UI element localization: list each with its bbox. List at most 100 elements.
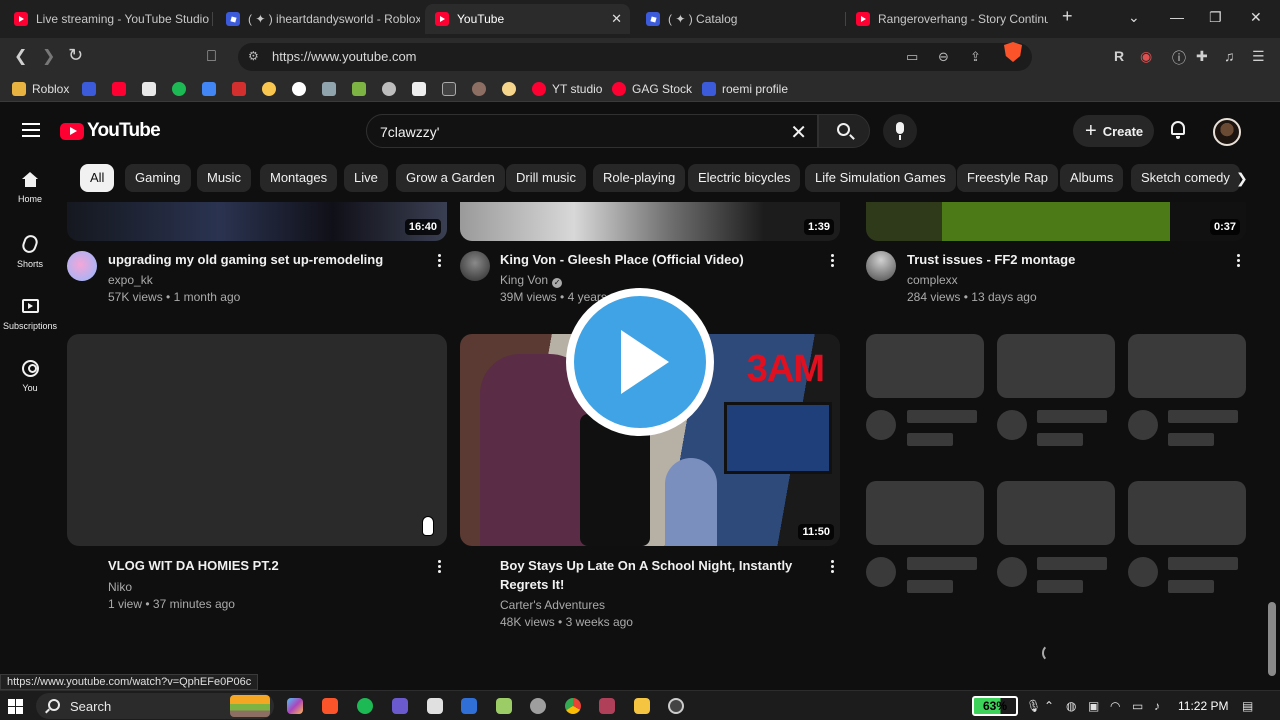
bookmark-yt-studio[interactable]: YT studio xyxy=(532,81,602,97)
obs-icon[interactable] xyxy=(668,698,684,714)
brave-browser-icon[interactable] xyxy=(322,698,338,714)
notifications-icon[interactable]: ▤ xyxy=(1242,699,1253,713)
more-actions-icon[interactable] xyxy=(438,254,442,268)
more-actions-icon[interactable] xyxy=(831,560,835,574)
docs-bookmark-icon[interactable] xyxy=(202,82,216,96)
wifi-icon[interactable]: ◠ xyxy=(1110,699,1120,713)
youtube-logo[interactable]: YouTube xyxy=(60,120,161,142)
spotify-bookmark-icon[interactable] xyxy=(172,82,186,96)
new-tab-button[interactable]: + xyxy=(1062,6,1073,27)
guide-subscriptions[interactable]: Subscriptions xyxy=(0,299,60,331)
guide-home[interactable]: Home xyxy=(0,172,60,204)
tray-app-icon[interactable]: ▣ xyxy=(1088,699,1099,713)
z-bookmark-icon[interactable] xyxy=(442,82,456,96)
chip-live[interactable]: Live xyxy=(344,164,388,192)
account-avatar[interactable] xyxy=(1213,118,1241,146)
tab-roblox-profile[interactable]: ( ✦ ) iheartdandysworld - Roblox xyxy=(216,4,420,34)
voice-search-button[interactable] xyxy=(883,114,917,148)
site-settings-icon[interactable]: ⚙ xyxy=(248,49,259,63)
video-editor-icon[interactable] xyxy=(461,698,477,714)
extensions-puzzle-icon[interactable]: ✚ xyxy=(1196,48,1208,65)
notes-icon[interactable] xyxy=(496,698,512,714)
avatar-bookmark-icon[interactable] xyxy=(472,82,486,96)
extension-record-icon[interactable]: ◉ xyxy=(1140,48,1152,65)
chip-montages[interactable]: Montages xyxy=(260,164,338,192)
clear-search-icon[interactable]: ✕ xyxy=(790,120,807,145)
channel-name[interactable]: Carter's Adventures xyxy=(500,597,605,614)
microphone-icon[interactable]: 🎙 xyxy=(1026,699,1041,713)
chip-gaming[interactable]: Gaming xyxy=(125,164,191,192)
channel-avatar[interactable] xyxy=(460,251,490,281)
url-text[interactable]: https://www.youtube.com xyxy=(272,49,417,64)
extension-r-icon[interactable]: R xyxy=(1114,48,1124,64)
play-button-overlay-icon[interactable] xyxy=(566,288,714,436)
search-input[interactable]: 7clawzzy' ✕ xyxy=(366,114,818,148)
bookmark-roemi-profile[interactable]: roemi profile xyxy=(702,81,788,97)
emoji-bookmark-icon[interactable] xyxy=(262,82,276,96)
video-title[interactable]: King Von - Gleesh Place (Official Video) xyxy=(500,250,820,269)
video-title[interactable]: upgrading my old gaming set up-remodelin… xyxy=(108,250,418,269)
tab-search-chevron-icon[interactable]: ⌄ xyxy=(1128,9,1140,26)
cast-icon[interactable]: ▭ xyxy=(906,49,918,65)
chip-electric-bicycles[interactable]: Electric bicycles xyxy=(688,164,801,192)
chip-grow-a-garden[interactable]: Grow a Garden xyxy=(396,164,505,192)
reload-icon[interactable]: ↻ xyxy=(68,45,83,65)
tray-chevron-icon[interactable]: ⌃ xyxy=(1044,699,1054,713)
image-bookmark-icon[interactable] xyxy=(322,82,336,96)
chip-albums[interactable]: Albums xyxy=(1060,164,1124,192)
channel-avatar[interactable] xyxy=(866,251,896,281)
egg-bookmark-icon[interactable] xyxy=(502,82,516,96)
create-button[interactable]: + Create xyxy=(1073,115,1154,147)
media-controls-icon[interactable]: ♫ xyxy=(1224,48,1235,64)
channel-name[interactable]: Niko xyxy=(108,579,132,596)
forward-arrow-icon[interactable]: ❯ xyxy=(42,47,55,67)
search-query[interactable]: 7clawzzy' xyxy=(380,124,439,140)
battery-tray-icon[interactable]: ▭ xyxy=(1132,699,1143,713)
video-thumbnail[interactable]: 0:37 xyxy=(866,202,1246,241)
spotify-icon[interactable] xyxy=(357,698,373,714)
video-title[interactable]: Boy Stays Up Late On A School Night, Ins… xyxy=(500,556,820,594)
bookmark-icon[interactable]: ⎕ xyxy=(207,47,216,67)
channel-name[interactable]: King Von xyxy=(500,273,548,287)
tab-youtube-studio[interactable]: Live streaming - YouTube Studio xyxy=(4,4,210,34)
search-button[interactable] xyxy=(818,114,870,148)
video-thumbnail[interactable]: 16:40 xyxy=(67,202,447,241)
video-title[interactable]: VLOG WIT DA HOMIES PT.2 xyxy=(108,556,428,575)
windows-start-icon[interactable] xyxy=(8,699,23,714)
youtube-bookmark-icon[interactable] xyxy=(112,82,126,96)
sheet-bookmark-icon[interactable] xyxy=(352,82,366,96)
chrome-icon[interactable] xyxy=(565,698,581,714)
channel-avatar[interactable] xyxy=(67,251,97,281)
chip-sketch-comedy[interactable]: Sketch comedy xyxy=(1131,164,1240,192)
chip-music[interactable]: Music xyxy=(197,164,251,192)
guide-menu-icon[interactable] xyxy=(22,123,40,137)
guide-you[interactable]: You xyxy=(0,360,60,393)
app-icon[interactable] xyxy=(599,698,615,714)
gmail-bookmark-icon[interactable] xyxy=(142,82,156,96)
chip-life-simulation-games[interactable]: Life Simulation Games xyxy=(805,164,956,192)
clock-time[interactable]: 11:22 PM xyxy=(1178,699,1228,713)
taskbar-search[interactable]: Search xyxy=(36,693,274,719)
page-scrollbar[interactable] xyxy=(1268,602,1276,676)
chips-next-chevron-icon[interactable]: ❯ xyxy=(1236,170,1248,187)
globe-bookmark-icon[interactable] xyxy=(292,82,306,96)
channel-name[interactable]: complexx xyxy=(907,272,958,289)
tab-close-icon[interactable]: ✕ xyxy=(611,11,622,27)
battery-indicator[interactable]: 63% xyxy=(972,696,1018,716)
bookmark-gag-stock[interactable]: GAG Stock xyxy=(612,81,692,97)
file-explorer-icon[interactable] xyxy=(634,698,650,714)
tab-roblox-catalog[interactable]: ( ✦ ) Catalog xyxy=(636,4,842,34)
more-actions-icon[interactable] xyxy=(831,254,835,268)
bookmark-roblox-folder[interactable]: Roblox xyxy=(12,81,69,97)
more-actions-icon[interactable] xyxy=(438,560,442,574)
settings-bookmark-icon[interactable] xyxy=(382,82,396,96)
app-icon[interactable] xyxy=(392,698,408,714)
roblox-bookmark-icon[interactable] xyxy=(82,82,96,96)
chip-drill-music[interactable]: Drill music xyxy=(506,164,586,192)
guide-shorts[interactable]: Shorts xyxy=(0,233,60,269)
tab-youtube[interactable]: YouTube ✕ xyxy=(425,4,630,34)
app-bookmark-icon[interactable] xyxy=(232,82,246,96)
settings-gear-icon[interactable] xyxy=(530,698,546,714)
back-arrow-icon[interactable]: ❮ xyxy=(14,47,27,67)
channel-name[interactable]: expo_kk xyxy=(108,272,153,289)
